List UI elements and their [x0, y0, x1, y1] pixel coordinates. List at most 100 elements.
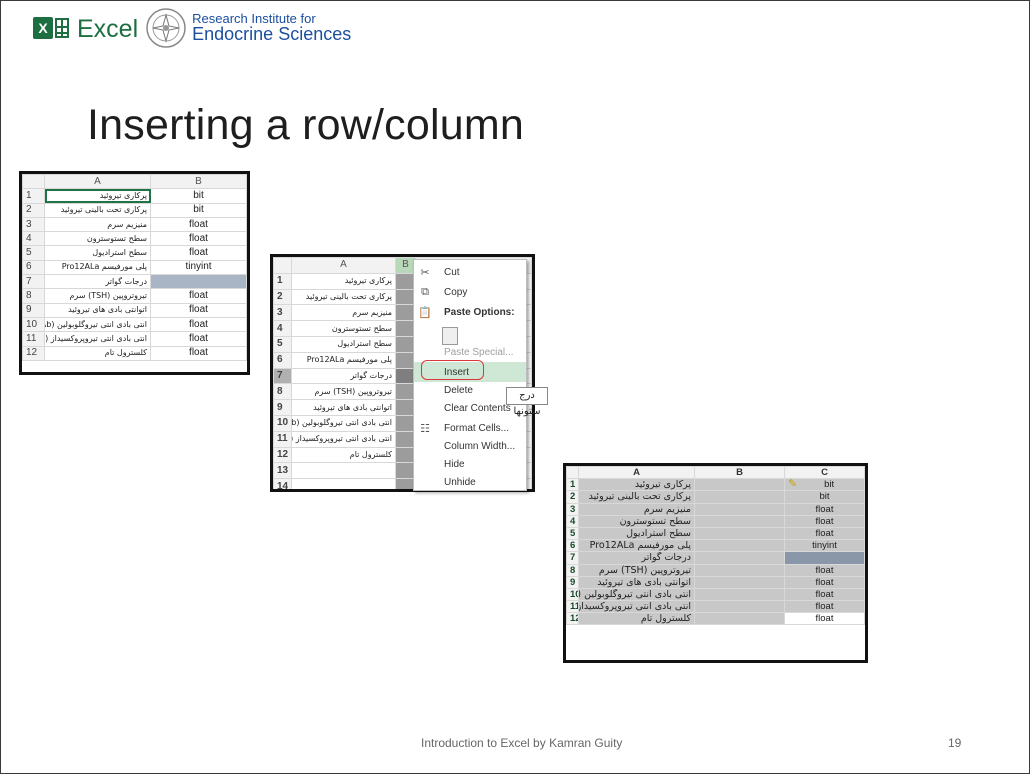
column-header-b[interactable]: B [694, 466, 785, 480]
cell-a[interactable]: کلسترول تام [291, 446, 396, 464]
cell-b[interactable] [694, 478, 785, 492]
select-all-corner[interactable] [22, 174, 45, 190]
menu-item-format-cells[interactable]: ☷ Format Cells... [414, 418, 526, 438]
select-all-corner[interactable] [566, 466, 579, 480]
menu-item-unhide[interactable]: Unhide [414, 472, 526, 492]
row-header[interactable]: 7 [566, 551, 579, 565]
cell-a[interactable]: درجات گواتر [291, 367, 396, 385]
row-header[interactable]: 1 [566, 478, 579, 492]
row-header[interactable]: 5 [566, 526, 579, 541]
cell-a[interactable]: انتی بادی انتی تیروگلوبولین (TgAb) [578, 587, 695, 602]
paste-icon[interactable] [442, 327, 458, 345]
row-header[interactable]: 11 [566, 600, 579, 614]
menu-item-copy[interactable]: ⧉ Copy [414, 282, 526, 302]
cell-a[interactable]: سطح تستوسترون [291, 320, 396, 337]
row-header[interactable]: 8 [22, 288, 45, 304]
cell-a[interactable]: پرکاری تحت بالینی تیروئید [291, 288, 396, 306]
cell-b[interactable]: float [150, 345, 247, 361]
row-header[interactable]: 3 [22, 216, 45, 233]
cell-a[interactable]: انتی بادی انتی تیروگلوبولین (TgAb) [291, 414, 396, 432]
row-header[interactable]: 10 [566, 587, 579, 602]
cell-b[interactable]: float [150, 231, 247, 247]
row-header[interactable]: 12 [273, 446, 292, 464]
row-header[interactable]: 6 [22, 259, 45, 276]
cell-a[interactable]: سطح استرادیول [291, 335, 396, 353]
row-header[interactable]: 13 [273, 462, 292, 480]
cell-a[interactable] [291, 462, 396, 480]
cell-a[interactable]: پرکاری تحت بالینی تیروئید [578, 490, 695, 504]
cell-b[interactable] [150, 274, 247, 290]
cell-c[interactable]: bit [784, 490, 865, 504]
cell-c[interactable]: float [784, 563, 865, 577]
cell-b[interactable] [694, 563, 785, 577]
cell-a[interactable]: منیزیم سرم [291, 304, 396, 322]
cell-a[interactable]: سطح تستوسترون [44, 231, 151, 247]
cell-c[interactable]: float [784, 600, 865, 614]
column-header-a[interactable]: A [291, 257, 396, 274]
cell-a[interactable]: پرکاری تیروئید [291, 272, 396, 290]
row-header[interactable]: 12 [566, 612, 579, 626]
cell-a[interactable]: انتی بادی انتی تیروپروکسیداز (TPOAb) [44, 331, 151, 347]
cell-b[interactable]: bit [150, 188, 247, 204]
cell-b[interactable] [694, 490, 785, 504]
row-header[interactable]: 14 [273, 478, 292, 489]
cell-b[interactable] [694, 551, 785, 565]
row-header[interactable]: 7 [273, 367, 292, 385]
cell-a[interactable]: اتوانتی بادی های تیروئید [291, 399, 396, 416]
row-header[interactable]: 9 [22, 302, 45, 318]
row-header[interactable]: 2 [566, 490, 579, 504]
row-header[interactable]: 12 [22, 345, 45, 361]
cell-a[interactable]: انتی بادی انتی تیروگلوبولین (TgAb) [44, 316, 151, 333]
column-header-b[interactable]: B [150, 174, 247, 190]
cell-a[interactable]: پرکاری تیروئید [44, 188, 151, 204]
cell-a[interactable]: کلسترول تام [578, 612, 695, 626]
cell-b[interactable] [694, 600, 785, 614]
cell-b[interactable]: float [150, 288, 247, 304]
cell-a[interactable]: منیزیم سرم [44, 216, 151, 233]
cell-a[interactable]: پلی مورفیسم Pro12ALa [291, 351, 396, 369]
cell-a[interactable]: پرکاری تیروئید [578, 478, 695, 492]
cell-b[interactable]: float [150, 216, 247, 233]
cell-a[interactable]: پلی مورفیسم Pro12ALa [578, 539, 695, 553]
column-header-a[interactable]: A [578, 466, 695, 480]
row-header[interactable]: 10 [22, 316, 45, 333]
row-header[interactable]: 6 [273, 351, 292, 369]
row-header[interactable]: 6 [566, 539, 579, 553]
cell-a[interactable]: درجات گواتر [578, 551, 695, 565]
row-header[interactable]: 3 [273, 304, 292, 322]
cell-a[interactable]: انتی بادی انتی تیروپروکسیداز (TPOAb) [578, 600, 695, 614]
row-header[interactable]: 5 [22, 245, 45, 261]
cell-c[interactable]: tinyint [784, 539, 865, 553]
cell-b[interactable] [694, 502, 785, 516]
column-header-c[interactable]: C [784, 466, 865, 480]
select-all-corner[interactable] [273, 257, 292, 274]
row-header[interactable]: 11 [22, 331, 45, 347]
row-header[interactable]: 2 [22, 202, 45, 218]
row-header[interactable]: 11 [273, 430, 292, 448]
cell-b[interactable] [694, 612, 785, 626]
cell-a[interactable]: اتوانتی بادی های تیروئید [578, 575, 695, 589]
cell-a[interactable]: کلسترول تام [44, 345, 151, 361]
row-header[interactable]: 3 [566, 502, 579, 516]
cell-c[interactable]: float [784, 575, 865, 589]
column-header-a[interactable]: A [44, 174, 151, 190]
row-header[interactable]: 1 [273, 272, 292, 290]
cell-b[interactable]: bit [150, 202, 247, 218]
row-header[interactable]: 10 [273, 414, 292, 432]
cell-c[interactable]: float [784, 526, 865, 541]
cell-a[interactable]: پرکاری تحت بالینی تیروئید [44, 202, 151, 218]
cell-a[interactable]: سطح استرادیول [578, 526, 695, 541]
row-header[interactable]: 4 [273, 320, 292, 337]
cell-b[interactable] [694, 526, 785, 541]
row-header[interactable]: 4 [566, 514, 579, 528]
cell-c[interactable]: float [784, 587, 865, 602]
cell-b[interactable] [694, 539, 785, 553]
cell-a[interactable]: سطح تستوسترون [578, 514, 695, 528]
row-header[interactable]: 9 [273, 399, 292, 416]
menu-item-hide[interactable]: Hide [414, 454, 526, 474]
cell-c[interactable]: ✎ bit [784, 478, 865, 492]
cell-a[interactable]: تیروتروپین (TSH) سرم [291, 383, 396, 401]
cell-a[interactable]: تیروتروپین (TSH) سرم [578, 563, 695, 577]
cell-b[interactable] [694, 587, 785, 602]
cell-c[interactable]: float [784, 514, 865, 528]
